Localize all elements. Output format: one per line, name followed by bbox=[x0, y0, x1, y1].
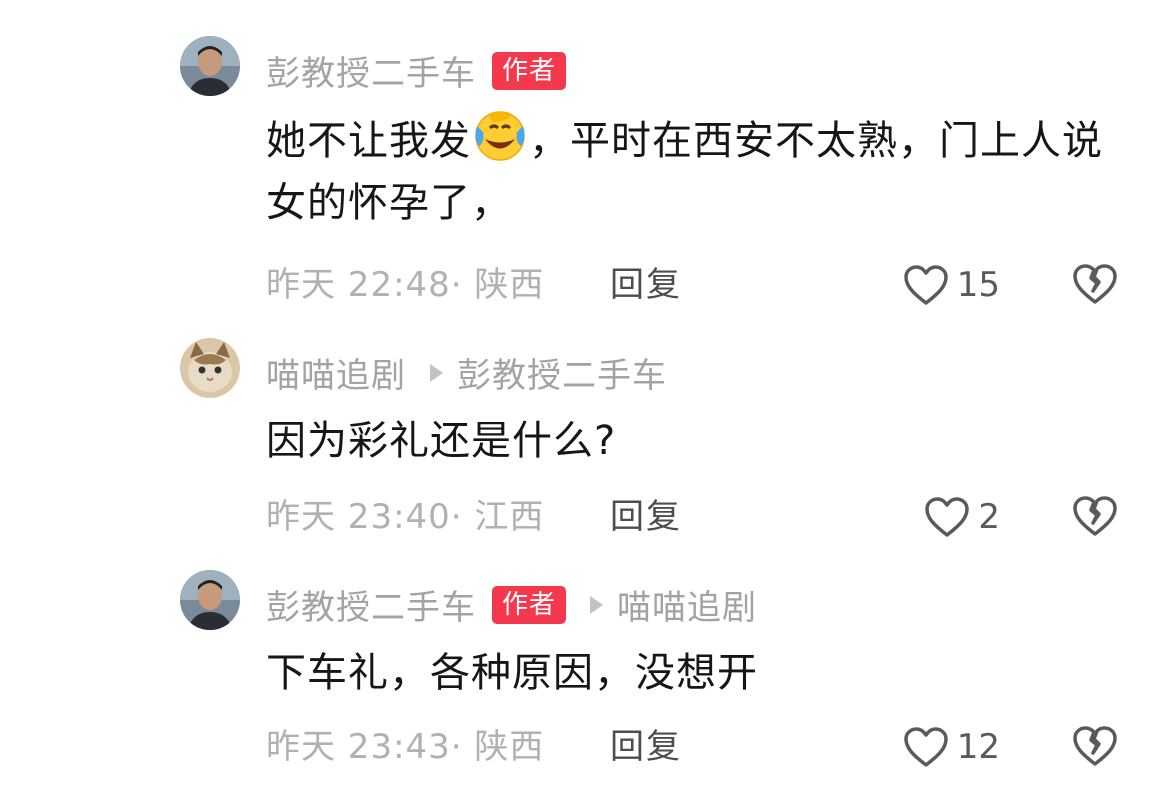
comment-3: 彭教授二手车 作者 喵喵追剧 下车礼，各种原因，没想开 昨天 23:43· 陕西… bbox=[180, 570, 1170, 780]
comment-text: 下车礼，各种原因，没想开 bbox=[266, 650, 758, 696]
comment-header: 彭教授二手车 作者 喵喵追剧 bbox=[266, 580, 757, 629]
heart-icon bbox=[925, 497, 970, 537]
reply-button[interactable]: 回复 bbox=[610, 722, 682, 772]
dislike-button[interactable] bbox=[1072, 495, 1118, 537]
heart-icon bbox=[903, 727, 948, 767]
like-count: 15 bbox=[956, 265, 1000, 305]
username[interactable]: 彭教授二手车 bbox=[266, 46, 476, 95]
username[interactable]: 彭教授二手车 bbox=[266, 580, 476, 629]
author-badge: 作者 bbox=[492, 585, 567, 624]
broken-heart-icon bbox=[1073, 264, 1117, 304]
dislike-button[interactable] bbox=[1072, 725, 1118, 767]
timestamp-location: 昨天 23:40· 江西 bbox=[266, 497, 545, 537]
comment-1: 彭教授二手车 作者 她不让我发 ，平时在西安不太熟，门上人说女的怀孕了， 昨天 … bbox=[180, 36, 1170, 316]
broken-heart-icon bbox=[1073, 726, 1117, 766]
like-button[interactable]: 2 bbox=[924, 494, 1000, 540]
comment-header: 喵喵追剧 彭教授二手车 bbox=[266, 348, 667, 397]
like-count: 12 bbox=[956, 727, 1000, 767]
like-button[interactable]: 12 bbox=[903, 724, 1000, 770]
comment-text-part: 她不让我发 bbox=[266, 118, 471, 164]
reply-target[interactable]: 彭教授二手车 bbox=[457, 348, 667, 397]
laughing-crying-emoji-icon bbox=[471, 106, 529, 164]
comment-text: 因为彩礼还是什么? bbox=[266, 418, 617, 464]
dislike-button[interactable] bbox=[1072, 263, 1118, 305]
comment-meta: 昨天 23:40· 江西 回复 2 bbox=[266, 492, 1170, 542]
comment-meta: 昨天 23:43· 陕西 回复 12 bbox=[266, 722, 1170, 772]
reply-arrow-icon bbox=[430, 363, 443, 382]
comment-2: 喵喵追剧 彭教授二手车 因为彩礼还是什么? 昨天 23:40· 江西 回复 2 bbox=[180, 338, 1170, 548]
heart-icon bbox=[903, 265, 948, 305]
timestamp-location: 昨天 23:43· 陕西 bbox=[266, 727, 545, 767]
comment-text: 她不让我发 ，平时在西安不太熟，门上人说女的怀孕了， bbox=[266, 106, 1126, 234]
timestamp-location: 昨天 22:48· 陕西 bbox=[266, 265, 545, 305]
username[interactable]: 喵喵追剧 bbox=[266, 348, 406, 397]
like-count: 2 bbox=[978, 497, 1000, 537]
comment-header: 彭教授二手车 作者 bbox=[266, 46, 567, 95]
avatar[interactable] bbox=[180, 36, 240, 96]
avatar[interactable] bbox=[180, 570, 240, 630]
avatar[interactable] bbox=[180, 338, 240, 398]
reply-arrow-icon bbox=[590, 595, 604, 614]
author-badge: 作者 bbox=[492, 51, 567, 90]
reply-button[interactable]: 回复 bbox=[610, 492, 682, 542]
broken-heart-icon bbox=[1073, 496, 1117, 536]
reply-target[interactable]: 喵喵追剧 bbox=[617, 580, 757, 629]
comment-meta: 昨天 22:48· 陕西 回复 15 bbox=[266, 260, 1170, 310]
reply-button[interactable]: 回复 bbox=[610, 260, 682, 310]
like-button[interactable]: 15 bbox=[903, 262, 1000, 308]
